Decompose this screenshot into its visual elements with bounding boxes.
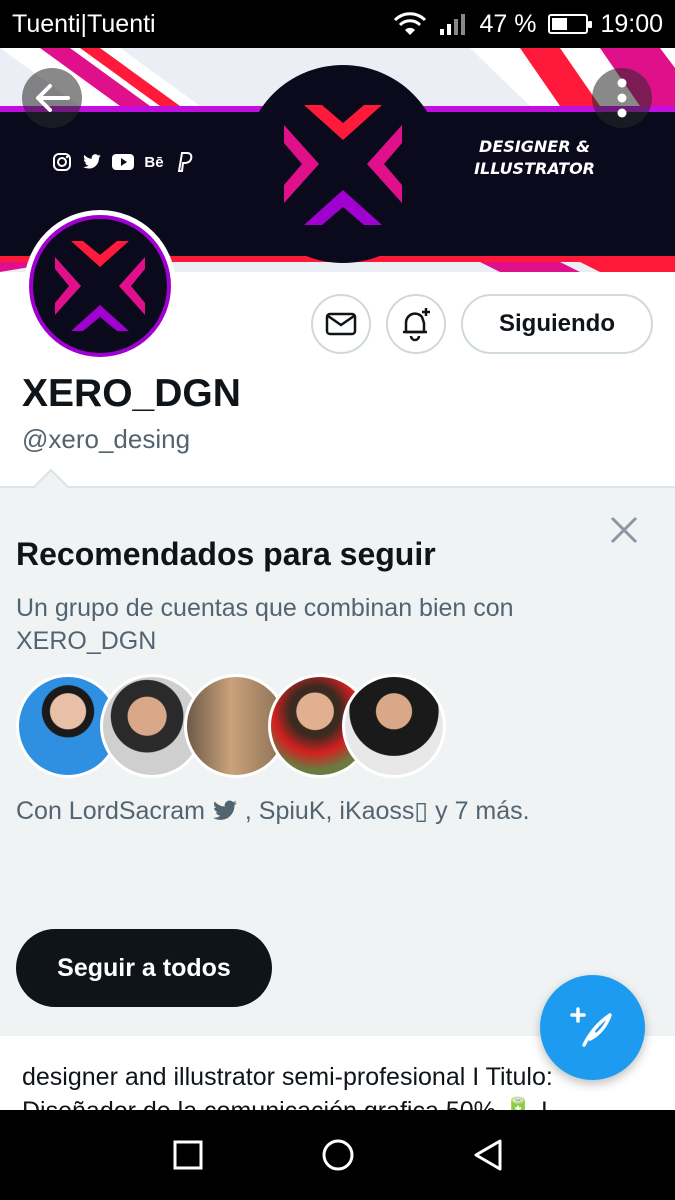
recommended-avatars[interactable] (16, 674, 446, 778)
profile-display-name: XERO_DGN (22, 372, 241, 415)
twitter-icon (82, 152, 102, 172)
clock: 19:00 (600, 9, 663, 38)
profile-handle: @xero_desing (22, 424, 191, 454)
more-options-button[interactable] (592, 68, 652, 128)
status-indicators: 47 % 19:00 (393, 10, 663, 39)
bell-plus-icon (403, 308, 430, 342)
recommended-panel: Recomendados para seguir Un grupo de cue… (0, 468, 675, 1036)
wifi-icon (394, 12, 427, 35)
back-button[interactable] (22, 68, 82, 128)
avatar-image (29, 215, 171, 357)
banner-tagline: DESIGNER & ILLUSTRATOR (474, 137, 595, 178)
home-button[interactable] (320, 1137, 356, 1173)
banner-logo (244, 65, 442, 263)
carrier-label: Tuenti|Tuenti (12, 9, 156, 38)
back-nav-button[interactable] (470, 1137, 506, 1173)
panel-notch (32, 468, 70, 506)
recents-button[interactable] (170, 1137, 206, 1173)
behance-icon: Bē (144, 153, 164, 171)
follow-all-button[interactable]: Seguir a todos (16, 929, 272, 1007)
social-links: Bē (52, 152, 194, 172)
message-button[interactable] (311, 294, 371, 354)
system-nav-bar (0, 1110, 675, 1200)
profile-avatar[interactable] (24, 210, 176, 362)
following-button[interactable]: Siguiendo (461, 294, 653, 354)
mail-icon (325, 312, 357, 336)
feather-plus-icon (569, 1006, 612, 1047)
dismiss-button[interactable] (604, 510, 644, 550)
close-icon (610, 516, 638, 544)
arrow-left-icon (36, 84, 70, 112)
status-bar: Tuenti|Tuenti 47 % 19:00 (0, 0, 675, 48)
battery-icon (548, 14, 593, 34)
instagram-icon (52, 152, 72, 172)
recommended-with-text: Con LordSacram , SpiuK, iKaoss▯ y 7 más. (16, 797, 530, 825)
profile-bio: designer and illustrator semi-profesiona… (22, 1063, 553, 1112)
signal-icon (440, 14, 466, 35)
battery-percent: 47 % (479, 9, 537, 38)
youtube-icon (112, 152, 134, 172)
avatar (342, 674, 446, 778)
recommended-title: Recomendados para seguir (16, 536, 436, 572)
paypal-icon (174, 152, 194, 172)
twitter-icon (213, 800, 237, 820)
notifications-button[interactable] (386, 294, 446, 354)
recommended-subtitle: Un grupo de cuentas que combinan bien co… (16, 594, 514, 655)
more-vertical-icon (617, 78, 627, 118)
